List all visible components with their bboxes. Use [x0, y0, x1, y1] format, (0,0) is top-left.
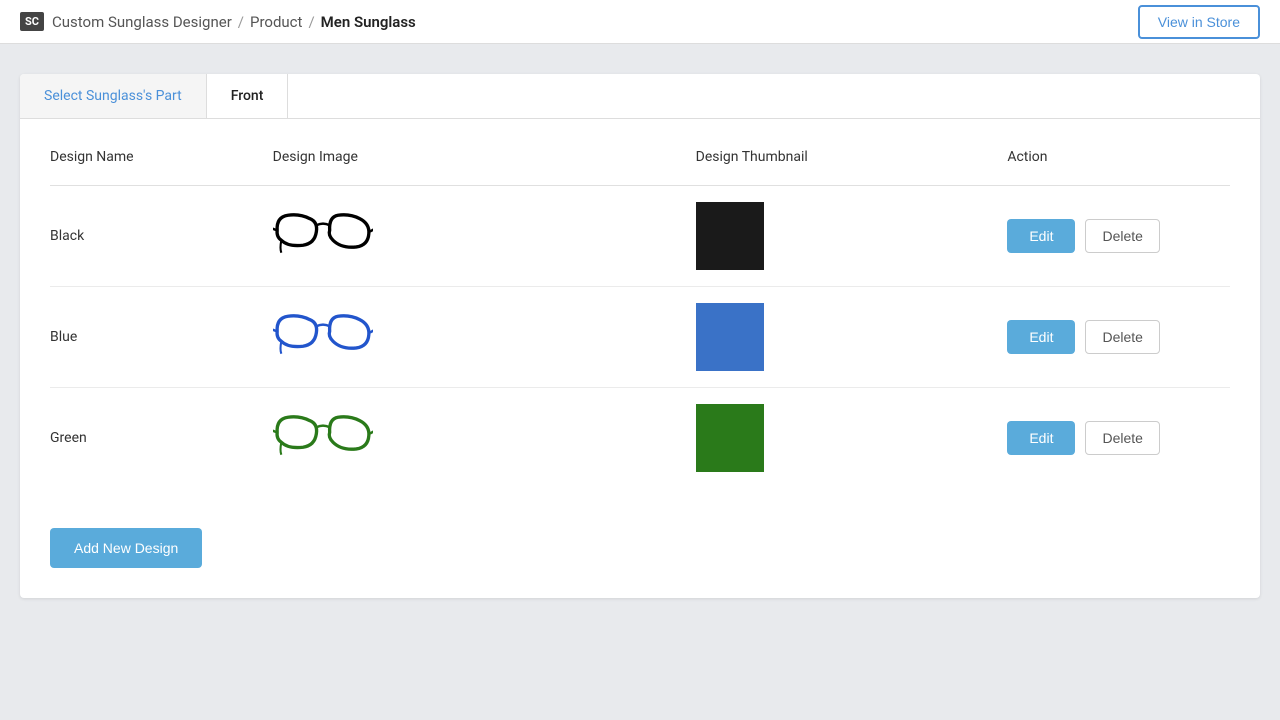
- action-buttons: Edit Delete: [1007, 320, 1230, 354]
- glasses-image: [273, 406, 373, 466]
- glasses-image: [273, 305, 373, 365]
- breadcrumb: Custom Sunglass Designer / Product / Men…: [52, 13, 416, 31]
- design-image-cell: [273, 186, 696, 287]
- table-row: Black Edit Delete: [50, 186, 1230, 287]
- edit-button[interactable]: Edit: [1007, 320, 1075, 354]
- design-name-cell: Blue: [50, 287, 273, 388]
- thumbnail-color-box: [696, 404, 764, 472]
- design-name-cell: Green: [50, 388, 273, 489]
- delete-button[interactable]: Delete: [1085, 421, 1159, 455]
- action-cell: Edit Delete: [1007, 287, 1230, 388]
- action-cell: Edit Delete: [1007, 388, 1230, 489]
- design-thumbnail-cell: [696, 388, 1008, 489]
- col-header-image: Design Image: [273, 139, 696, 186]
- col-header-name: Design Name: [50, 139, 273, 186]
- card: Select Sunglass's Part Front Design Name…: [20, 74, 1260, 598]
- design-image-cell: [273, 287, 696, 388]
- main-content: Select Sunglass's Part Front Design Name…: [0, 44, 1280, 628]
- design-thumbnail-cell: [696, 186, 1008, 287]
- glasses-image: [273, 204, 373, 264]
- design-thumbnail-cell: [696, 287, 1008, 388]
- table-row: Blue Edit Delete: [50, 287, 1230, 388]
- action-buttons: Edit Delete: [1007, 219, 1230, 253]
- delete-button[interactable]: Delete: [1085, 320, 1159, 354]
- table-wrapper: Design Name Design Image Design Thumbnai…: [20, 119, 1260, 518]
- col-header-action: Action: [1007, 139, 1230, 186]
- design-table: Design Name Design Image Design Thumbnai…: [50, 139, 1230, 488]
- delete-button[interactable]: Delete: [1085, 219, 1159, 253]
- tabs: Select Sunglass's Part Front: [20, 74, 1260, 119]
- add-new-design-button[interactable]: Add New Design: [50, 528, 202, 568]
- action-cell: Edit Delete: [1007, 186, 1230, 287]
- design-name: Black: [50, 228, 84, 244]
- header: SC Custom Sunglass Designer / Product / …: [0, 0, 1280, 44]
- breadcrumb-sep2: /: [308, 13, 314, 31]
- tab-front[interactable]: Front: [207, 74, 289, 118]
- table-row: Green Edit Delete: [50, 388, 1230, 489]
- col-header-thumbnail: Design Thumbnail: [696, 139, 1008, 186]
- design-name-cell: Black: [50, 186, 273, 287]
- breadcrumb-current: Men Sunglass: [321, 13, 416, 31]
- design-name: Blue: [50, 329, 77, 345]
- view-in-store-button[interactable]: View in Store: [1138, 5, 1260, 39]
- thumbnail-color-box: [696, 303, 764, 371]
- breadcrumb-product: Product: [250, 13, 302, 31]
- breadcrumb-app: Custom Sunglass Designer: [52, 13, 232, 31]
- action-buttons: Edit Delete: [1007, 421, 1230, 455]
- logo: SC: [20, 12, 44, 31]
- tab-select-part[interactable]: Select Sunglass's Part: [20, 74, 207, 118]
- design-image-cell: [273, 388, 696, 489]
- edit-button[interactable]: Edit: [1007, 219, 1075, 253]
- thumbnail-color-box: [696, 202, 764, 270]
- edit-button[interactable]: Edit: [1007, 421, 1075, 455]
- table-header-row: Design Name Design Image Design Thumbnai…: [50, 139, 1230, 186]
- header-left: SC Custom Sunglass Designer / Product / …: [20, 12, 416, 31]
- breadcrumb-sep1: /: [238, 13, 244, 31]
- design-name: Green: [50, 430, 87, 446]
